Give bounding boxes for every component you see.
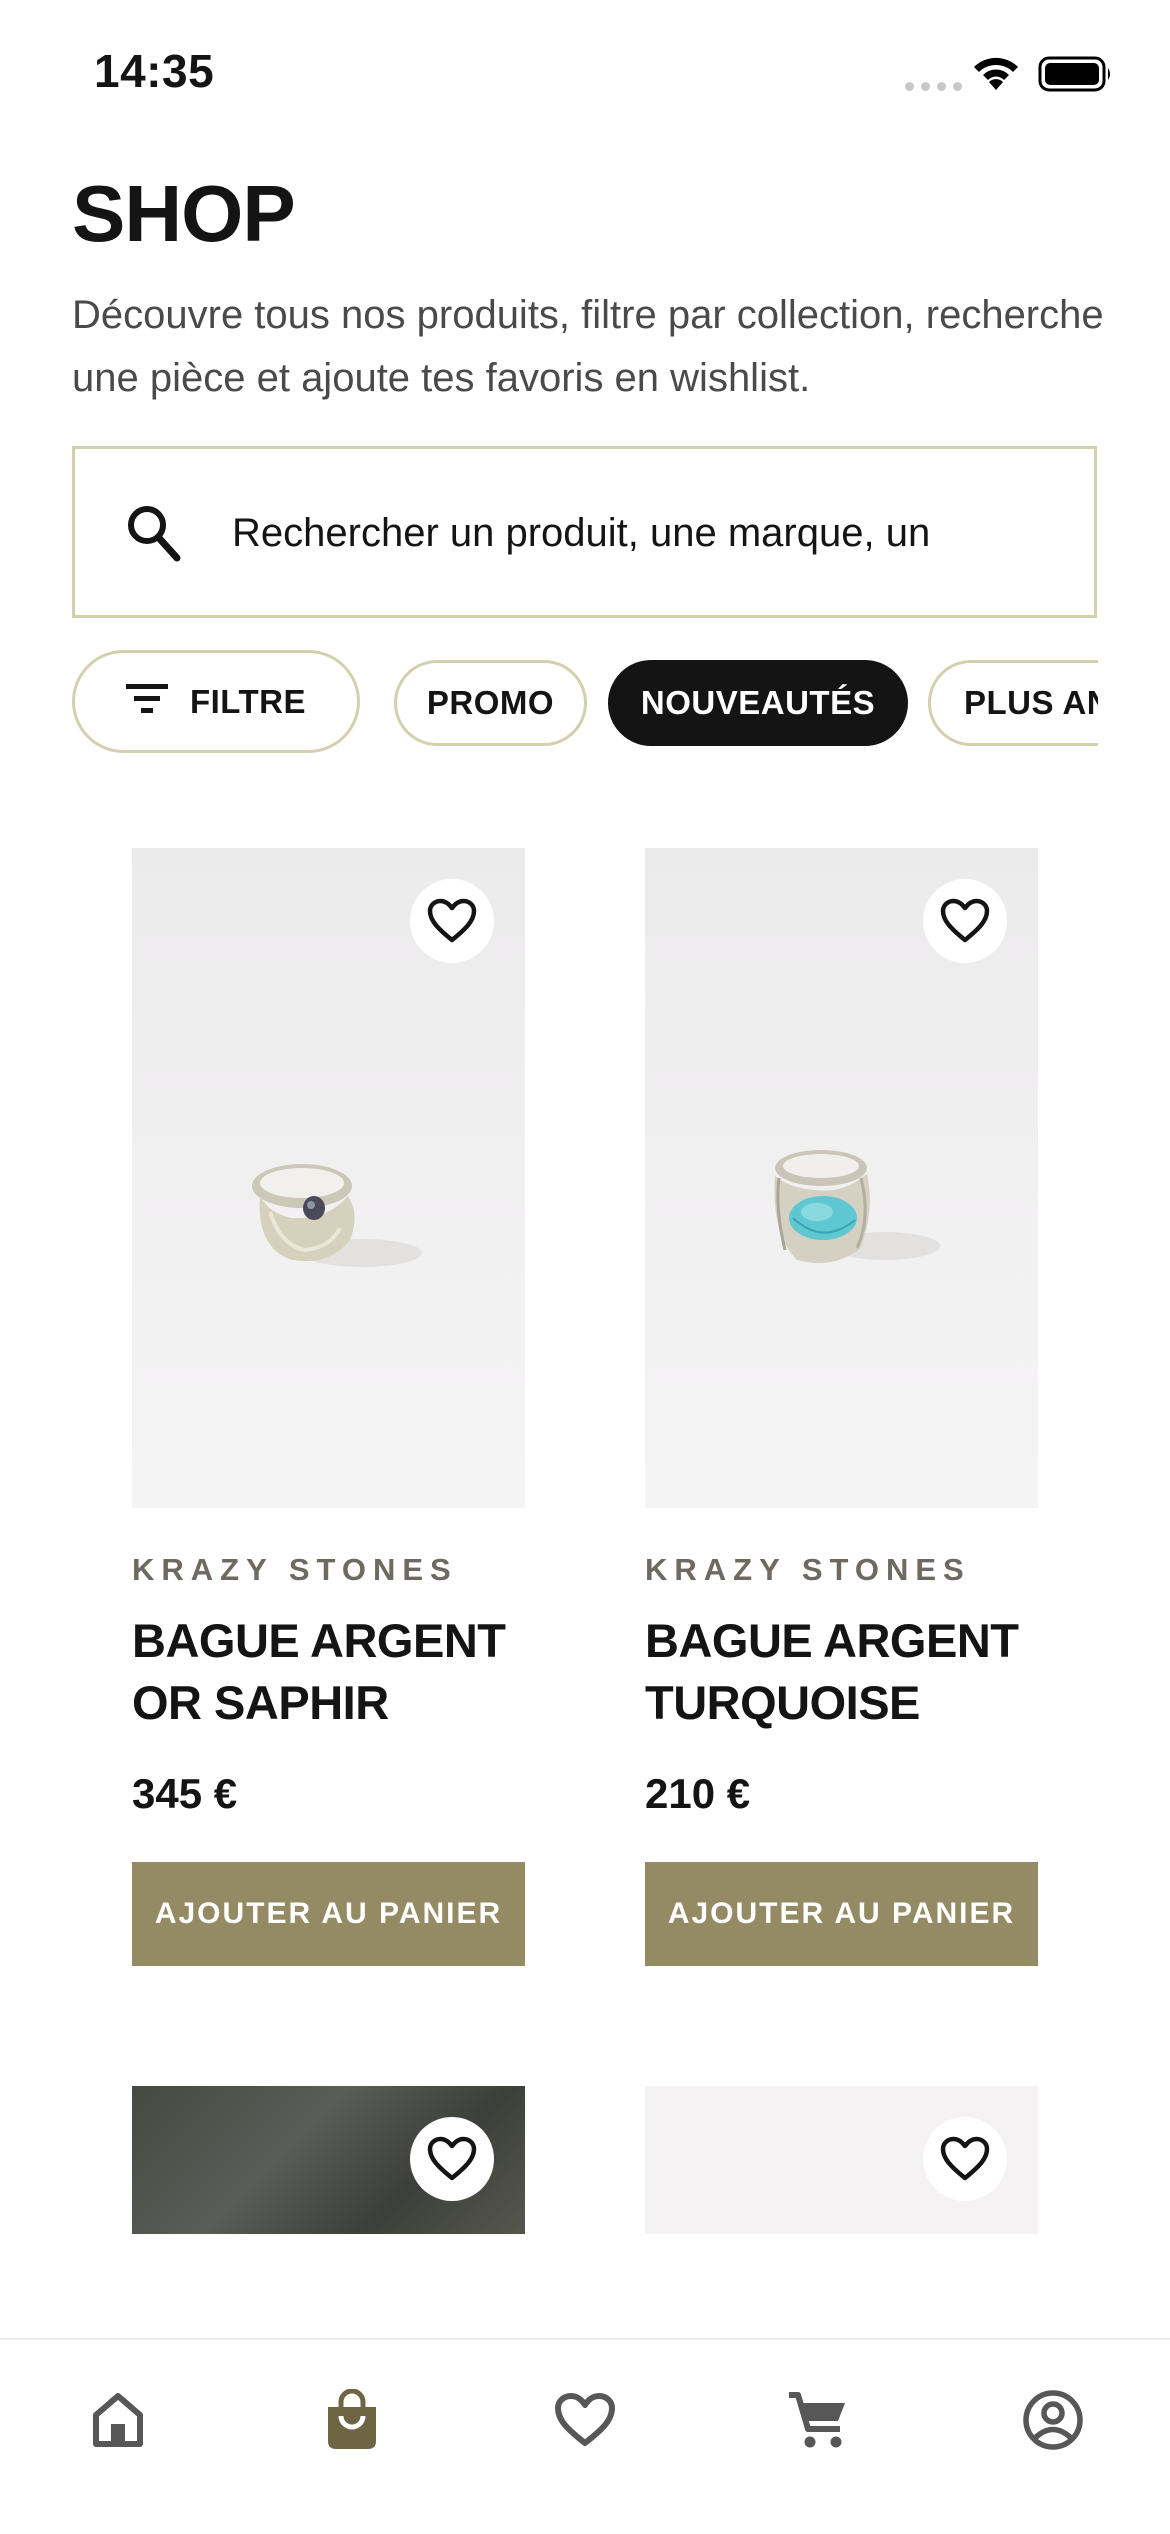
nav-cart[interactable] [778, 2380, 858, 2460]
wishlist-button[interactable] [410, 879, 494, 963]
nav-account[interactable] [1013, 2380, 1093, 2460]
ring-image [252, 1164, 422, 1267]
wifi-icon [970, 52, 1022, 97]
product-image[interactable] [645, 848, 1038, 1508]
nav-wishlist[interactable] [545, 2380, 625, 2460]
page-title: SHOP [72, 169, 296, 258]
product-name[interactable]: BAGUE ARGENT OR SAPHIR [132, 1610, 532, 1734]
product-image[interactable] [132, 2086, 525, 2234]
product-image[interactable] [132, 848, 525, 1508]
search-input[interactable] [232, 501, 1032, 565]
heart-icon [940, 898, 990, 943]
product-brand: KRAZY STONES [132, 1552, 458, 1587]
cart-icon [789, 2392, 845, 2448]
add-to-cart-button[interactable]: AJOUTER AU PANIER [645, 1862, 1038, 1966]
heart-icon [940, 2136, 990, 2181]
status-time: 14:35 [94, 45, 215, 97]
heart-icon [427, 898, 477, 943]
add-to-cart-button[interactable]: AJOUTER AU PANIER [132, 1862, 525, 1966]
wishlist-button[interactable] [410, 2117, 494, 2201]
nav-shop[interactable] [312, 2380, 392, 2460]
battery-icon [1038, 56, 1114, 97]
product-price: 210 € [645, 1770, 751, 1817]
wishlist-button[interactable] [923, 879, 1007, 963]
search-bar[interactable] [72, 446, 1097, 618]
chip-promo[interactable]: PROMO [394, 660, 587, 746]
search-icon [125, 503, 181, 568]
product-image[interactable] [645, 2086, 1038, 2234]
bottom-navigation [0, 2338, 1170, 2534]
product-name[interactable]: BAGUE ARGENT TURQUOISE [645, 1610, 1045, 1734]
nav-home[interactable] [78, 2380, 158, 2460]
heart-icon [555, 2393, 615, 2446]
heart-icon [427, 2136, 477, 2181]
filter-button[interactable]: FILTRE [72, 650, 360, 753]
product-brand: KRAZY STONES [645, 1552, 971, 1587]
filter-chips: FILTRE PROMO NOUVEAUTÉS PLUS ANCIENS [72, 650, 1098, 754]
cellular-signal-icon [905, 82, 962, 91]
account-icon [1023, 2390, 1083, 2450]
filter-icon [125, 681, 168, 723]
home-icon [93, 2393, 143, 2447]
chip-plus-anciens[interactable]: PLUS ANCIENS [928, 660, 1098, 746]
page-subtitle: Découvre tous nos produits, filtre par c… [72, 293, 1104, 400]
product-price: 345 € [132, 1770, 238, 1817]
shopping-bag-icon [328, 2389, 376, 2449]
wishlist-button[interactable] [923, 2117, 1007, 2201]
chip-nouveautes[interactable]: NOUVEAUTÉS [608, 660, 908, 746]
filter-label: FILTRE [189, 682, 307, 720]
ring-image [774, 1150, 940, 1264]
